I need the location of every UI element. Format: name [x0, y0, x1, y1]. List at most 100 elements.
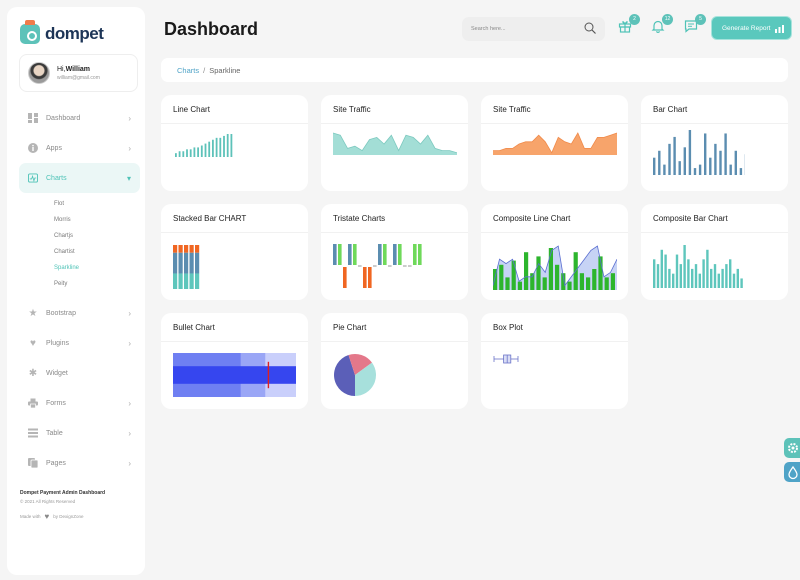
- stacked-bar-segment: [195, 245, 200, 253]
- card-composite-line: Composite Line Chart: [481, 204, 628, 300]
- line-chart-bar: [175, 153, 177, 157]
- tristate-sparkline: [333, 244, 422, 288]
- search-icon[interactable]: [584, 22, 596, 34]
- box-plot-sparkline: [493, 354, 519, 364]
- submenu-item-flot[interactable]: Flot: [54, 196, 140, 212]
- brand-logo[interactable]: dompet: [20, 20, 104, 47]
- traffic-series-area: [493, 133, 617, 155]
- composite-bar-sparkline: [653, 245, 743, 288]
- bullet-target: [267, 361, 270, 389]
- composite-bar-bar: [713, 264, 717, 288]
- chart-icon: [28, 173, 38, 183]
- wallet-icon: [20, 20, 40, 44]
- search-input[interactable]: [462, 17, 572, 41]
- user-email: william@gmail.com: [57, 74, 100, 81]
- card-title: Stacked Bar CHART: [173, 214, 247, 223]
- site-traffic-sparkline: [493, 132, 617, 155]
- footer-copyright: © 2021 All Rights Reserved: [20, 499, 76, 504]
- line-chart-bar: [219, 137, 222, 157]
- notifications-button[interactable]: 12: [651, 14, 673, 35]
- bar-chart-bar: [704, 133, 707, 175]
- heart-icon: ♥: [44, 512, 50, 521]
- breadcrumb-parent[interactable]: Charts: [177, 66, 199, 75]
- theme-fab[interactable]: [784, 462, 800, 482]
- line-chart-bar: [193, 147, 196, 157]
- sidebar-item-bootstrap[interactable]: ★ Bootstrap ›: [19, 298, 140, 328]
- settings-icon: ✱: [28, 367, 38, 379]
- submenu-item-sparkline[interactable]: Sparkline: [54, 260, 140, 276]
- bar-chart-bar: [714, 143, 717, 175]
- sidebar-item-label: Plugins: [46, 339, 69, 347]
- gift-button[interactable]: 2: [618, 14, 640, 35]
- chevron-right-icon: ›: [128, 398, 131, 408]
- submenu-item-chartjs[interactable]: Chartjs: [54, 228, 140, 244]
- tristate-bar: [348, 244, 352, 265]
- sidebar-item-widget[interactable]: ✱ Widget: [19, 358, 140, 388]
- card-site-traffic-1: Site Traffic: [321, 95, 468, 191]
- site-traffic-sparkline: [333, 132, 457, 155]
- stacked-bar-sparkline: [173, 245, 200, 289]
- submenu-item-peity[interactable]: Peity: [54, 276, 140, 292]
- generate-report-label: Generate Report: [722, 24, 771, 32]
- composite-bar-bar: [653, 259, 656, 288]
- card-composite-bar: Composite Bar Chart: [641, 204, 788, 300]
- line-chart-bar: [204, 143, 207, 157]
- composite-bar-bar: [698, 273, 701, 288]
- composite-bar-bar: [668, 268, 671, 288]
- bar-chart-bar: [739, 168, 743, 175]
- composite-line-bar: [524, 252, 529, 290]
- sidebar-item-charts[interactable]: Charts ▾: [19, 163, 140, 193]
- sidebar-item-table[interactable]: Table ›: [19, 418, 140, 448]
- bar-chart-icon: [775, 25, 784, 33]
- submenu-item-chartist[interactable]: Chartist: [54, 244, 140, 260]
- breadcrumb: Charts / Sparkline: [161, 58, 788, 82]
- info-icon: [28, 143, 38, 153]
- card-site-traffic-2: Site Traffic: [481, 95, 628, 191]
- composite-line-bar: [592, 269, 597, 290]
- tristate-bar: [393, 244, 397, 265]
- sidebar-item-label: Bootstrap: [46, 309, 76, 317]
- gift-badge: 2: [629, 14, 640, 25]
- sidebar-item-pages[interactable]: Pages ›: [19, 448, 140, 478]
- star-icon: ★: [28, 307, 38, 319]
- composite-bar-bar: [732, 273, 736, 288]
- sidebar-item-label: Charts: [46, 174, 67, 182]
- composite-line-bar: [610, 273, 615, 290]
- generate-report-button[interactable]: Generate Report: [711, 16, 792, 40]
- heart-icon: ♥: [30, 337, 36, 349]
- avatar[interactable]: [28, 62, 50, 84]
- settings-fab[interactable]: [784, 438, 800, 458]
- messages-button[interactable]: 5: [684, 14, 706, 35]
- composite-line-bar: [579, 273, 584, 290]
- copy-icon: [28, 458, 38, 468]
- sidebar-item-label: Widget: [46, 369, 68, 377]
- composite-bar-bar: [702, 259, 705, 288]
- submenu-item-morris[interactable]: Morris: [54, 212, 140, 228]
- line-chart-bar: [223, 135, 225, 157]
- sidebar-item-forms[interactable]: Forms ›: [19, 388, 140, 418]
- card-title: Site Traffic: [333, 105, 371, 114]
- sidebar-item-plugins[interactable]: ♥ Plugins ›: [19, 328, 140, 358]
- tristate-bar: [368, 267, 372, 288]
- tristate-bar: [363, 267, 367, 288]
- line-chart-bar: [230, 134, 233, 157]
- bar-chart-bar: [698, 164, 702, 175]
- tristate-bar: [343, 267, 347, 288]
- chevron-right-icon: ›: [128, 338, 131, 348]
- line-chart-bar: [208, 141, 211, 157]
- composite-line-bar: [517, 281, 522, 290]
- bar-chart-bar: [719, 150, 722, 175]
- sidebar-item-dashboard[interactable]: Dashboard ›: [19, 103, 140, 133]
- composite-bar-bar: [729, 259, 732, 288]
- stacked-bar-segment: [195, 252, 200, 274]
- user-profile-card[interactable]: Hi,William william@gmail.com: [19, 54, 138, 92]
- chevron-right-icon: ›: [128, 113, 131, 123]
- composite-line-bar: [505, 277, 510, 290]
- line-chart-bar: [215, 137, 218, 157]
- bar-chart-bar: [693, 168, 697, 175]
- line-chart-bar: [189, 149, 192, 157]
- stacked-bar-segment: [178, 245, 183, 253]
- line-chart-bar: [186, 149, 188, 157]
- tristate-bar: [383, 244, 387, 265]
- sidebar-item-apps[interactable]: Apps ›: [19, 133, 140, 163]
